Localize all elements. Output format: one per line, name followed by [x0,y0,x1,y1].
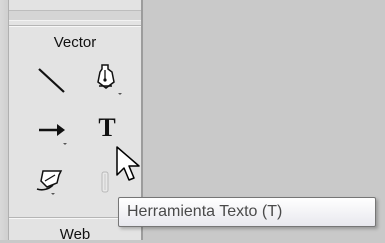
freeform-tool-button[interactable] [33,163,69,199]
text-t-icon: T [98,113,116,142]
tool-tooltip: Herramienta Texto (T) [118,197,376,227]
mouse-cursor-icon [116,146,140,181]
line-tool-button[interactable] [33,62,69,98]
section-divider [9,25,141,27]
section-title-vector: Vector [53,34,97,51]
text-tool-button[interactable]: T [89,110,125,146]
subselect-tool-button[interactable] [33,112,69,148]
line-icon [38,68,65,93]
arrow-right-icon [39,124,67,145]
freeform-pen-icon [36,170,63,195]
tooltip-text: Herramienta Texto (T) [127,203,283,220]
section-title-web: Web [59,226,91,243]
panel-top-bar [9,10,141,21]
pen-icon [97,64,122,95]
pen-tool-button[interactable] [88,60,124,96]
left-edge-strip [0,0,9,240]
